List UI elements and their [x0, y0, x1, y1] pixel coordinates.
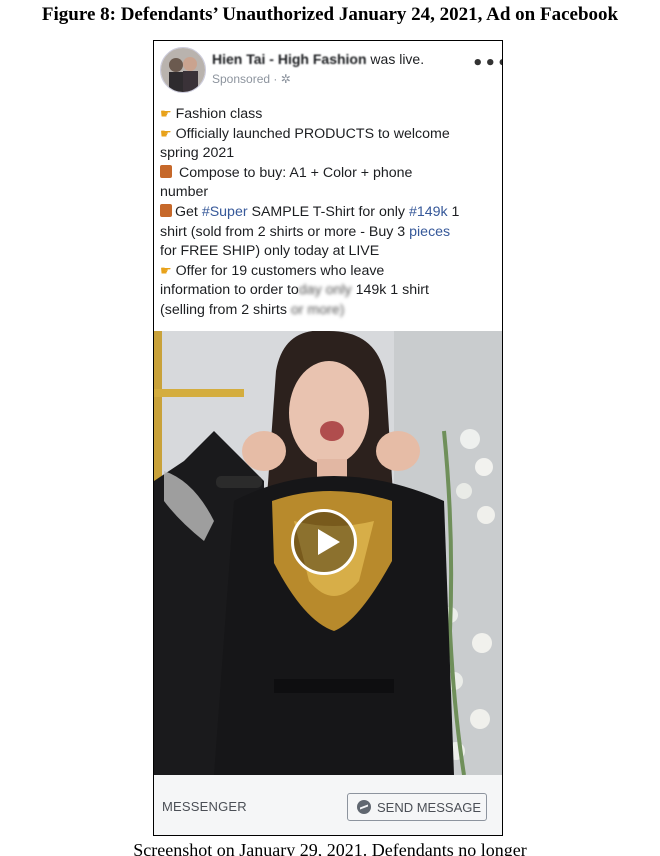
redacted-text: day only	[298, 282, 352, 299]
text-line: shirt (sold from 2 shirts or more - Buy …	[160, 223, 451, 240]
pointing-hand-icon: ☛	[160, 126, 172, 142]
text-line: Get #Super SAMPLE T-Shirt for only #149k…	[160, 203, 496, 223]
more-options-icon[interactable]: •••	[472, 53, 502, 74]
pieces-link[interactable]: pieces	[409, 224, 450, 240]
gear-icon: ✲	[280, 72, 291, 86]
text-line: Compose to buy: A1 + Color + phone	[160, 164, 496, 184]
figure-caption: Screenshot on January 29, 2021. Defendan…	[133, 840, 527, 856]
text-line: ☛ Officially launched PRODUCTS to welcom…	[160, 125, 450, 142]
redacted-text: or more)	[290, 301, 345, 318]
live-status: was live.	[370, 51, 425, 67]
gift-icon	[160, 203, 172, 217]
messenger-label: MESSENGER	[162, 799, 247, 814]
hashtag-149k-link[interactable]: #149k	[409, 204, 448, 220]
text-line: ☛ Offer for 19 customers who leave	[160, 262, 385, 279]
text-line: for FREE SHIP) only today at LIVE	[160, 243, 380, 260]
gift-icon	[160, 164, 172, 178]
hashtag-super-link[interactable]: #Super	[202, 204, 248, 220]
pointing-hand-icon: ☛	[160, 107, 172, 122]
play-button[interactable]	[291, 509, 357, 575]
post-text: ☛ Fashion class ☛ Officially launched PR…	[160, 105, 496, 321]
sponsored-label: Sponsored · ✲	[212, 72, 291, 86]
text-line: spring 2021	[160, 145, 235, 162]
pointing-hand-icon: ☛	[160, 263, 172, 279]
post-header: Hien Tai - High Fashion was live. Sponso…	[154, 41, 502, 101]
page-name-link[interactable]: Hien Tai - High Fashion	[212, 51, 367, 67]
cta-footer: MESSENGER SEND MESSAGE	[154, 775, 502, 835]
text-line: (selling from 2 shirts or more)	[160, 301, 345, 318]
page-avatar[interactable]	[160, 47, 206, 93]
post-author-line: Hien Tai - High Fashion was live.	[212, 51, 424, 67]
text-line: ☛ Fashion class	[160, 106, 263, 122]
avatar-image	[161, 48, 205, 92]
text-line: number	[160, 184, 209, 201]
figure-title: Figure 8: Defendants’ Unauthorized Janua…	[41, 4, 619, 25]
send-message-label: SEND MESSAGE	[377, 800, 482, 815]
video-thumbnail[interactable]	[154, 331, 502, 775]
text-line: information to order today only 149k 1 s…	[160, 282, 429, 299]
messenger-icon	[357, 800, 371, 814]
facebook-ad-card: Hien Tai - High Fashion was live. Sponso…	[153, 40, 503, 836]
send-message-button[interactable]: SEND MESSAGE	[347, 793, 487, 821]
